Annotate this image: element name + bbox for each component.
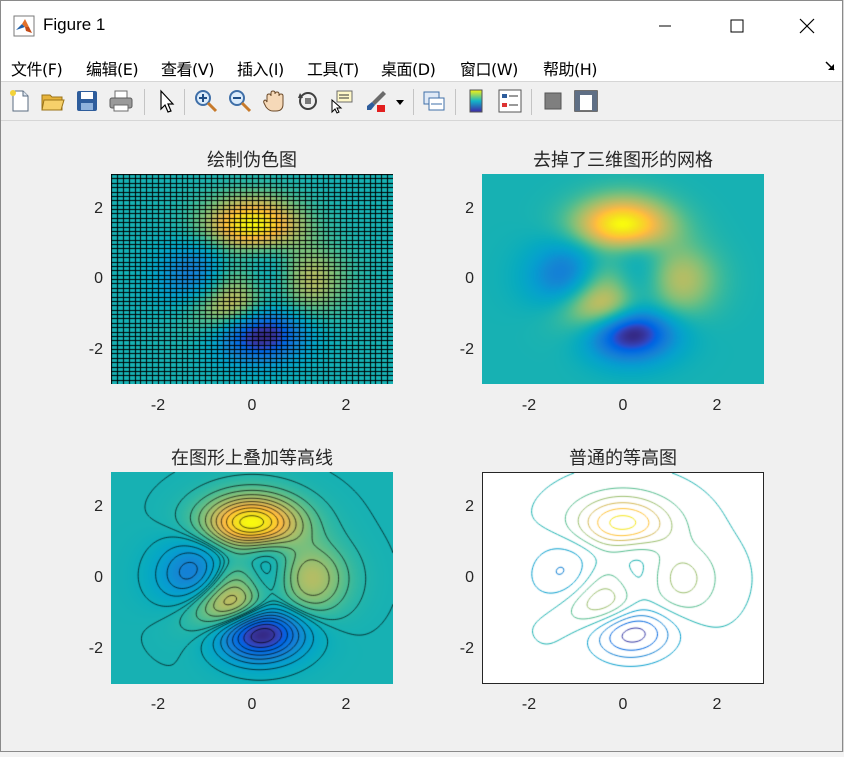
axes-3-xtick: 0 <box>247 696 257 713</box>
axes-3-ytick: -2 <box>88 640 103 657</box>
axes-1-xtick: -2 <box>150 397 166 414</box>
axes-1-xtick: 2 <box>341 397 351 414</box>
edit-plot-icon[interactable] <box>153 88 179 114</box>
data-cursor-icon[interactable] <box>329 88 355 114</box>
menu-help[interactable]: 帮助(H) <box>543 56 598 80</box>
show-plot-tools-icon[interactable] <box>573 88 599 114</box>
axes-4-ytick: 2 <box>465 498 474 515</box>
colorbar-icon[interactable] <box>463 88 489 114</box>
axes-1-ytick: 2 <box>94 200 103 217</box>
contour-lines <box>483 473 763 683</box>
desktop-edge-bottom <box>0 752 844 757</box>
link-plot-icon[interactable] <box>421 88 447 114</box>
axes-4-title: 普通的等高图 <box>569 448 677 469</box>
brush-icon[interactable] <box>363 88 389 114</box>
smooth-pseudocolor-map <box>482 174 764 384</box>
pseudocolor-map <box>111 174 393 384</box>
contour-overlay-map <box>111 472 393 684</box>
toolbar-separator <box>531 89 532 115</box>
toolbar-separator <box>184 89 185 115</box>
minimize-icon <box>659 25 671 27</box>
toolbar-separator <box>455 89 456 115</box>
window-title: Figure 1 <box>43 15 106 34</box>
minimize-button[interactable] <box>630 1 700 51</box>
figure-window: Figure 1 文件(F) 编辑(E) 查看(V) 插入(I) 工具(T) 桌… <box>0 0 843 752</box>
axes-2-title: 去掉了三维图形的网格 <box>533 150 713 171</box>
figure-toolbar <box>1 81 842 121</box>
axes-1-xtick: 0 <box>247 397 257 414</box>
axes-2-xtick: 2 <box>712 397 722 414</box>
axes-3-plot[interactable] <box>111 472 393 684</box>
menu-window[interactable]: 窗口(W) <box>460 56 518 80</box>
matlab-logo-icon <box>13 15 35 37</box>
menu-edit[interactable]: 编辑(E) <box>86 56 139 80</box>
dock-arrow-icon[interactable] <box>824 60 836 72</box>
axes-2-ytick: 0 <box>465 270 474 287</box>
pan-icon[interactable] <box>261 88 287 114</box>
legend-icon[interactable] <box>497 88 523 114</box>
axes-4-xtick: -2 <box>521 696 537 713</box>
axes-4-ytick: 0 <box>465 569 474 586</box>
axes-4-xtick: 2 <box>712 696 722 713</box>
save-icon[interactable] <box>74 88 100 114</box>
menu-desktop[interactable]: 桌面(D) <box>381 56 436 80</box>
axes-1-title: 绘制伪色图 <box>207 150 297 171</box>
axes-2-plot[interactable] <box>482 174 764 384</box>
menu-insert[interactable]: 插入(I) <box>237 56 284 80</box>
hide-plot-tools-icon[interactable] <box>540 88 566 114</box>
menu-bar: 文件(F) 编辑(E) 查看(V) 插入(I) 工具(T) 桌面(D) 窗口(W… <box>1 51 842 81</box>
new-figure-icon[interactable] <box>7 88 33 114</box>
menu-tools[interactable]: 工具(T) <box>307 56 359 80</box>
axes-3-xtick: 2 <box>341 696 351 713</box>
menu-view[interactable]: 查看(V) <box>161 56 214 80</box>
toolbar-separator <box>144 89 145 115</box>
axes-3-ytick: 2 <box>94 498 103 515</box>
chevron-down-icon[interactable] <box>393 88 407 114</box>
axes-2-xtick: 0 <box>618 397 628 414</box>
axes-3-xtick: -2 <box>150 696 166 713</box>
rotate-3d-icon[interactable] <box>295 88 321 114</box>
open-file-icon[interactable] <box>40 88 66 114</box>
title-bar[interactable]: Figure 1 <box>1 1 842 51</box>
maximize-button[interactable] <box>702 1 772 51</box>
close-button[interactable] <box>772 1 842 51</box>
zoom-out-icon[interactable] <box>227 88 253 114</box>
toolbar-separator <box>413 89 414 115</box>
axes-3-ytick: 0 <box>94 569 103 586</box>
axes-3-title: 在图形上叠加等高线 <box>171 448 333 469</box>
axes-4-ytick: -2 <box>459 640 474 657</box>
zoom-in-icon[interactable] <box>193 88 219 114</box>
axes-2-ytick: 2 <box>465 200 474 217</box>
axes-4-xtick: 0 <box>618 696 628 713</box>
axes-1-ytick: 0 <box>94 270 103 287</box>
menu-file[interactable]: 文件(F) <box>11 56 63 80</box>
axes-1-ytick: -2 <box>88 341 103 358</box>
axes-2-ytick: -2 <box>459 341 474 358</box>
axes-1-plot[interactable] <box>111 174 393 384</box>
maximize-icon <box>730 19 744 33</box>
axes-4-plot[interactable] <box>482 472 764 684</box>
axes-2-xtick: -2 <box>521 397 537 414</box>
print-icon[interactable] <box>108 88 134 114</box>
close-icon <box>799 18 815 34</box>
